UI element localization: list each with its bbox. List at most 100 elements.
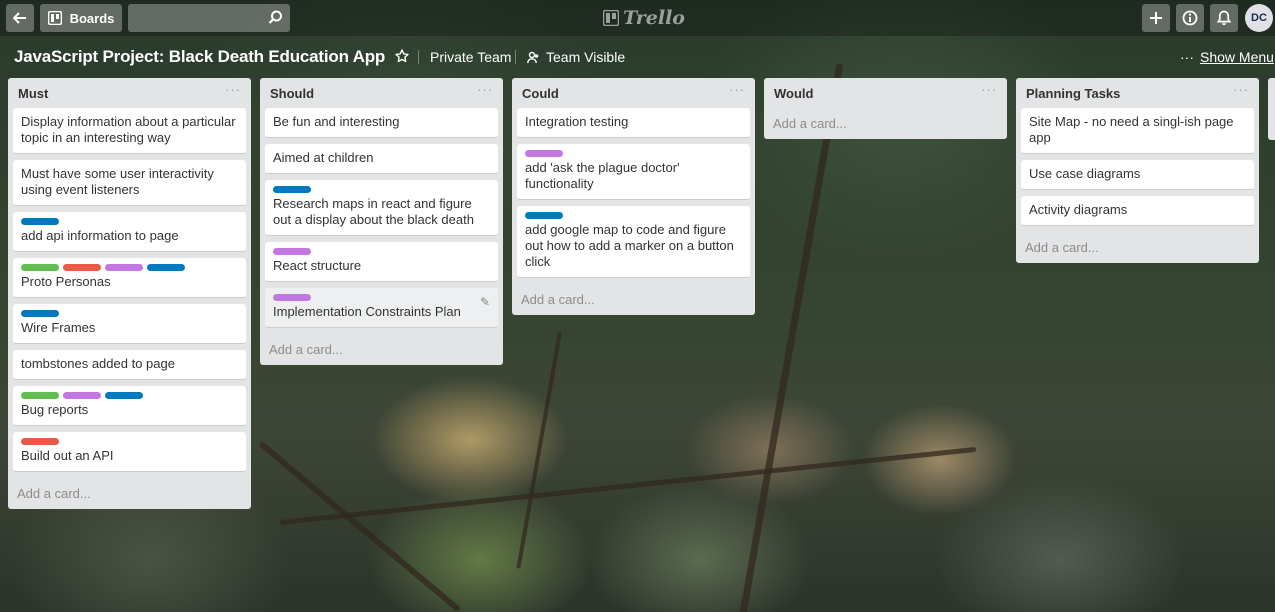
add-card-button[interactable]: Add a card... [769, 108, 1002, 139]
add-button[interactable] [1142, 4, 1170, 32]
info-button[interactable] [1176, 4, 1204, 32]
card[interactable]: Integration testing [517, 108, 750, 138]
bell-icon [1217, 10, 1231, 25]
card[interactable]: Site Map - no need a singl-ish page app [1021, 108, 1254, 154]
search-icon[interactable] [268, 10, 283, 25]
list-menu-icon[interactable]: ··· [1233, 83, 1249, 96]
card[interactable]: Display information about a particular t… [13, 108, 246, 154]
add-card-button[interactable]: Add a card... [1021, 232, 1254, 263]
label-blue[interactable] [525, 212, 563, 219]
list-title[interactable]: Could [522, 86, 559, 101]
visibility-button[interactable]: Team Visible [527, 49, 625, 65]
team-button[interactable]: Private Team [430, 49, 511, 65]
label-blue[interactable] [273, 186, 311, 193]
card[interactable]: Implementation Constraints Plan ✎ [265, 288, 498, 328]
divider [515, 50, 516, 64]
card[interactable]: add google map to code and figure out ho… [517, 206, 750, 278]
card-labels [525, 212, 742, 219]
label-purple[interactable] [273, 248, 311, 255]
divider [418, 50, 419, 64]
list-header[interactable]: Should ··· [265, 78, 498, 108]
list-menu-icon[interactable]: ··· [729, 83, 745, 96]
label-red[interactable] [63, 264, 101, 271]
card[interactable]: Use case diagrams [1021, 160, 1254, 190]
list-could[interactable]: Could ··· Integration testing add 'ask the … [512, 78, 755, 315]
card-labels [525, 150, 742, 157]
star-icon[interactable] [395, 49, 409, 63]
card-labels [21, 218, 238, 225]
list-title[interactable]: Planning Tasks [1026, 86, 1120, 101]
boards-label: Boards [69, 10, 115, 26]
label-purple[interactable] [273, 294, 311, 301]
list-menu-icon[interactable]: ··· [225, 83, 241, 96]
card[interactable]: add api information to page [13, 212, 246, 252]
list-menu-icon[interactable]: ··· [477, 83, 493, 96]
label-purple[interactable] [525, 150, 563, 157]
list-title[interactable]: Would [774, 86, 813, 101]
card-title: add google map to code and figure out ho… [525, 222, 734, 269]
partial-list[interactable] [1268, 78, 1275, 140]
card[interactable]: Wire Frames [13, 304, 246, 344]
background-branch [516, 331, 562, 569]
list-header[interactable]: Planning Tasks ··· [1021, 78, 1254, 108]
list-menu-icon[interactable]: ··· [981, 83, 997, 96]
search-input[interactable] [128, 4, 290, 32]
avatar[interactable]: DC [1245, 4, 1273, 32]
plus-icon [1150, 12, 1162, 24]
label-purple[interactable] [63, 392, 101, 399]
card[interactable]: Must have some user interactivity using … [13, 160, 246, 206]
list-should[interactable]: Should ··· Be fun and interesting Aimed at … [260, 78, 503, 365]
label-blue[interactable] [21, 310, 59, 317]
card[interactable]: tombstones added to page [13, 350, 246, 380]
card-title: Display information about a particular t… [21, 114, 236, 145]
boards-button[interactable]: Boards [40, 4, 122, 32]
edit-pencil-icon[interactable]: ✎ [480, 294, 490, 310]
card-title: add api information to page [21, 228, 179, 243]
card-title: Proto Personas [21, 274, 111, 289]
label-blue[interactable] [105, 392, 143, 399]
label-blue[interactable] [21, 218, 59, 225]
card-labels [21, 392, 238, 399]
board-title[interactable]: JavaScript Project: Black Death Educatio… [14, 47, 385, 67]
label-green[interactable] [21, 264, 59, 271]
add-card-button[interactable]: Add a card... [13, 478, 246, 509]
card[interactable]: Build out an API [13, 432, 246, 472]
add-card-button[interactable]: Add a card... [265, 334, 498, 365]
list-header[interactable]: Could ··· [517, 78, 750, 108]
list-header[interactable]: Would ··· [769, 78, 1002, 108]
card-title: React structure [273, 258, 362, 273]
top-bar: Boards Trello DC [0, 0, 1275, 36]
list-would[interactable]: Would ··· Add a card... [764, 78, 1007, 139]
notifications-button[interactable] [1210, 4, 1238, 32]
label-red[interactable] [21, 438, 59, 445]
trello-logo[interactable]: Trello [603, 6, 685, 30]
list-must[interactable]: Must ··· Display information about a parti… [8, 78, 251, 509]
list-header[interactable]: Must ··· [13, 78, 246, 108]
show-menu-button[interactable]: ··· Show Menu [1180, 49, 1274, 65]
card[interactable]: add 'ask the plague doctor' functionalit… [517, 144, 750, 200]
card[interactable]: Proto Personas [13, 258, 246, 298]
card-title: Aimed at children [273, 150, 374, 165]
label-blue[interactable] [147, 264, 185, 271]
board-icon [47, 11, 62, 25]
card-title: Wire Frames [21, 320, 96, 335]
card-title: Build out an API [21, 448, 114, 463]
card-title: Integration testing [525, 114, 629, 129]
list-title[interactable]: Should [270, 86, 314, 101]
label-green[interactable] [21, 392, 59, 399]
logo-text: Trello [623, 7, 685, 29]
card[interactable]: React structure [265, 242, 498, 282]
card[interactable]: Research maps in react and figure out a … [265, 180, 498, 236]
add-card-button[interactable]: Add a card... [517, 284, 750, 315]
card-labels [21, 438, 238, 445]
card[interactable]: Be fun and interesting [265, 108, 498, 138]
card[interactable]: Bug reports [13, 386, 246, 426]
card[interactable]: Aimed at children [265, 144, 498, 174]
list-planning-tasks[interactable]: Planning Tasks ··· Site Map - no need a si… [1016, 78, 1259, 263]
list-title[interactable]: Must [18, 86, 48, 101]
card[interactable]: Activity diagrams [1021, 196, 1254, 226]
more-icon: ··· [1180, 49, 1194, 65]
back-button[interactable] [6, 4, 34, 32]
label-purple[interactable] [105, 264, 143, 271]
card-title: Activity diagrams [1029, 202, 1128, 217]
